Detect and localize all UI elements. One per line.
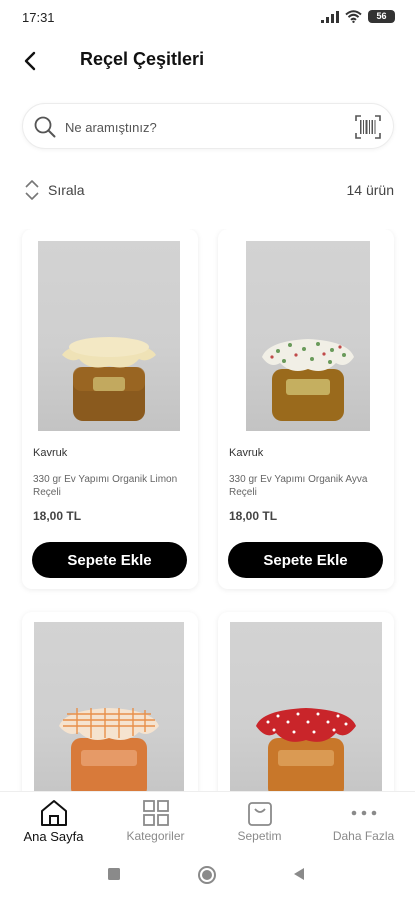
product-image[interactable]	[34, 622, 184, 791]
bottom-nav: Ana Sayfa Kategoriler Sepetim Daha Fazla	[0, 791, 415, 851]
product-count: 14 ürün	[346, 182, 394, 198]
product-price: 18,00 TL	[229, 509, 278, 523]
nav-item-home[interactable]: Ana Sayfa	[2, 792, 105, 852]
search-icon[interactable]	[33, 115, 57, 139]
nav-label: Sepetim	[237, 829, 282, 843]
top-bar: Reçel Çeşitleri	[0, 34, 415, 86]
search-bar	[22, 103, 394, 149]
barcode-scan-icon[interactable]	[355, 115, 381, 139]
product-brand: Kavruk	[33, 447, 68, 459]
bag-icon	[247, 802, 272, 826]
product-image[interactable]	[38, 241, 180, 431]
jam-jar-image	[62, 337, 156, 421]
nav-item-more[interactable]: Daha Fazla	[312, 792, 415, 852]
page-title: Reçel Çeşitleri	[80, 49, 205, 69]
product-image[interactable]	[246, 241, 370, 431]
status-bar: 17:31 56	[0, 0, 415, 34]
wifi-icon	[345, 10, 362, 23]
product-brand: Kavruk	[229, 447, 264, 459]
add-to-cart-button[interactable]: Sepete Ekle	[228, 542, 383, 578]
nav-label: Kategoriler	[126, 829, 185, 843]
sort-bar: Sırala 14 ürün	[22, 177, 394, 203]
product-card[interactable]: Kavruk 330 gr Ev Yapımı Organik Limon Re…	[22, 229, 198, 589]
product-name[interactable]: 330 gr Ev Yapımı Organik Ayva Reçeli	[229, 473, 389, 499]
nav-item-categories[interactable]: Kategoriler	[104, 792, 207, 852]
home-circle-icon[interactable]	[197, 865, 217, 885]
product-name[interactable]: 330 gr Ev Yapımı Organik Limon Reçeli	[33, 473, 193, 499]
add-to-cart-button[interactable]: Sepete Ekle	[32, 542, 187, 578]
more-icon	[351, 810, 376, 816]
jam-jar-image	[262, 339, 354, 421]
product-card[interactable]	[218, 612, 394, 791]
jam-jar-image	[59, 708, 159, 791]
sort-button[interactable]: Sırala	[22, 177, 85, 203]
product-image[interactable]	[230, 622, 382, 791]
system-nav-bar	[0, 851, 415, 900]
battery-icon: 56	[368, 10, 395, 23]
product-card[interactable]: Kavruk 330 gr Ev Yapımı Organik Ayva Reç…	[218, 229, 394, 589]
back-arrow-icon	[24, 51, 36, 71]
product-card[interactable]	[22, 612, 198, 791]
sort-icon	[25, 180, 39, 200]
back-button[interactable]	[18, 48, 44, 74]
back-triangle-icon[interactable]	[292, 867, 306, 881]
home-icon	[40, 800, 67, 826]
search-input[interactable]	[65, 114, 345, 140]
product-price: 18,00 TL	[33, 509, 82, 523]
status-time: 17:31	[22, 10, 55, 25]
jam-jar-image	[256, 708, 356, 791]
nav-label: Ana Sayfa	[23, 829, 84, 844]
product-grid: Kavruk 330 gr Ev Yapımı Organik Limon Re…	[0, 229, 415, 791]
signal-icon	[321, 10, 339, 23]
grid-icon	[142, 800, 169, 826]
nav-label: Daha Fazla	[332, 829, 395, 843]
sort-label: Sırala	[48, 182, 85, 198]
recent-apps-icon[interactable]	[107, 867, 121, 881]
status-icons: 56	[321, 10, 395, 23]
nav-item-cart[interactable]: Sepetim	[208, 792, 311, 852]
